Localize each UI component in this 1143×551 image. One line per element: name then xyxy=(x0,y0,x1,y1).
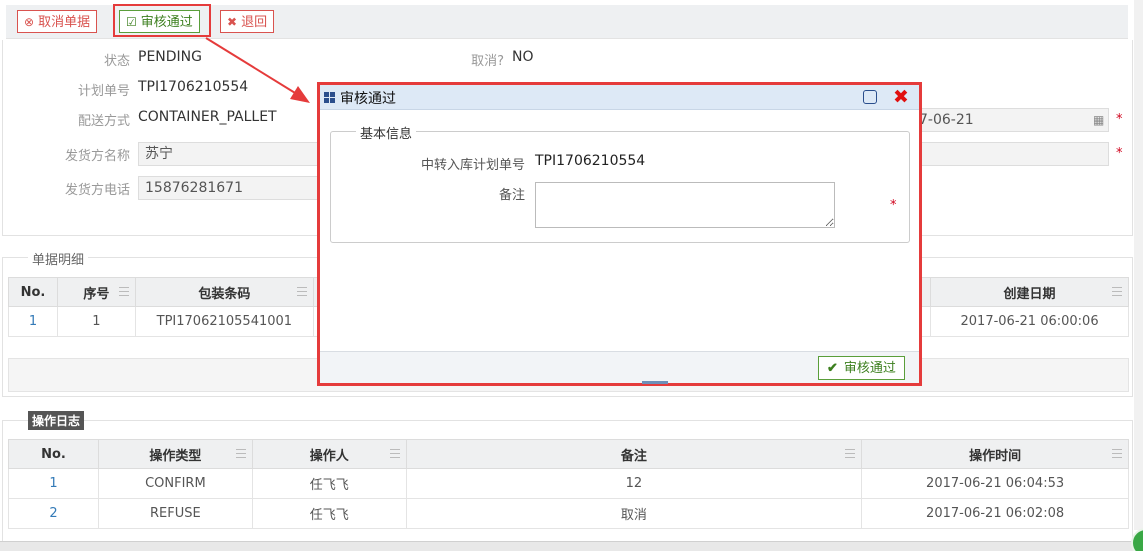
check-icon: ✔ xyxy=(827,360,838,375)
log-cell-no: 1 xyxy=(8,468,99,499)
shipper-phone-value: 15876281671 xyxy=(145,180,243,196)
column-menu-icon[interactable] xyxy=(845,449,856,458)
return-label: 退回 xyxy=(241,14,268,29)
details-legend: 单据明细 xyxy=(28,249,89,268)
date-value: 7-06-21 xyxy=(919,112,974,128)
dialog-plan-label: 中转入库计划单号 xyxy=(420,158,525,173)
window-grid-icon xyxy=(324,92,335,103)
right-required-mark: * xyxy=(1116,146,1123,161)
log-table: No. 操作类型 操作人 备注 操作时间 1 CONFIRM 任飞飞 12 20… xyxy=(8,439,1129,529)
plan-no-value: TPI1706210554 xyxy=(138,79,249,95)
table-row[interactable]: 1 CONFIRM 任飞飞 12 2017-06-21 06:04:53 xyxy=(8,468,1129,499)
log-col-time[interactable]: 操作时间 xyxy=(861,439,1129,469)
maximize-icon[interactable] xyxy=(863,90,877,104)
cancel-document-button[interactable]: ⊗ 取消单据 xyxy=(17,10,98,33)
details-col-no-label: No. xyxy=(20,284,46,300)
status-value: PENDING xyxy=(138,49,202,65)
remark-textarea[interactable] xyxy=(535,182,835,228)
column-menu-icon[interactable] xyxy=(118,287,129,296)
approve-dialog: 审核通过 ✖ 基本信息 中转入库计划单号 TPI1706210554 备注 * … xyxy=(317,82,922,386)
status-label: 状态 xyxy=(103,54,130,69)
calendar-icon[interactable]: ▦ xyxy=(1093,113,1104,127)
log-cell-no: 2 xyxy=(8,498,99,529)
column-menu-icon[interactable] xyxy=(235,449,246,458)
log-col-type-label: 操作类型 xyxy=(149,448,202,464)
details-cell-seq: 1 xyxy=(56,306,136,337)
dialog-plan-value: TPI1706210554 xyxy=(535,153,646,169)
dialog-footer: ✔ 审核通过 xyxy=(320,351,919,383)
cancel-circle-icon: ⊗ xyxy=(24,15,35,29)
remark-required-mark: * xyxy=(890,198,897,213)
resize-handle[interactable] xyxy=(642,381,668,384)
column-menu-icon[interactable] xyxy=(389,449,400,458)
shipper-phone-field[interactable]: 15876281671 xyxy=(138,176,318,200)
details-cell-no: 1 xyxy=(8,306,58,337)
shipper-name-field[interactable]: 苏宁 xyxy=(138,142,318,166)
basic-info-legend: 基本信息 xyxy=(356,123,417,142)
dialog-title: 审核通过 xyxy=(340,91,396,107)
column-menu-icon[interactable] xyxy=(1112,287,1122,296)
shipper-name-label: 发货方名称 xyxy=(64,149,130,164)
details-col-barcode[interactable]: 包装条码 xyxy=(134,277,314,307)
details-col-barcode-label: 包装条码 xyxy=(198,286,251,302)
column-menu-icon[interactable] xyxy=(296,287,307,296)
vertical-scrollbar[interactable] xyxy=(1134,0,1143,530)
details-cell-created: 2017-06-21 06:00:06 xyxy=(930,306,1129,337)
approve-button-highlight xyxy=(113,4,211,37)
log-col-type[interactable]: 操作类型 xyxy=(97,439,253,469)
shipper-phone-label: 发货方电话 xyxy=(64,183,130,198)
return-button[interactable]: ✖ 退回 xyxy=(220,10,275,33)
log-cell-remark: 取消 xyxy=(405,498,863,529)
shipper-name-value: 苏宁 xyxy=(145,146,173,162)
dialog-remark-label: 备注 xyxy=(498,188,525,203)
details-col-seq[interactable]: 序号 xyxy=(56,277,136,307)
dialog-approve-button[interactable]: ✔ 审核通过 xyxy=(818,356,905,380)
cancelled-label: 取消? xyxy=(471,54,504,69)
table-row[interactable]: 2 REFUSE 任飞飞 取消 2017-06-21 06:02:08 xyxy=(8,498,1129,529)
plan-no-label: 计划单号 xyxy=(77,84,130,99)
log-cell-operator: 任飞飞 xyxy=(251,468,407,499)
cancel-document-label: 取消单据 xyxy=(38,14,91,29)
details-col-created[interactable]: 创建日期 xyxy=(930,277,1129,307)
close-icon[interactable]: ✖ xyxy=(893,86,909,108)
status-bar xyxy=(0,541,1143,551)
date-field[interactable]: 7-06-21 xyxy=(912,108,1109,132)
log-cell-type: CONFIRM xyxy=(97,468,253,499)
log-cell-remark: 12 xyxy=(405,468,863,499)
log-cell-time: 2017-06-21 06:04:53 xyxy=(861,468,1129,499)
column-menu-icon[interactable] xyxy=(1112,449,1122,458)
delivery-value: CONTAINER_PALLET xyxy=(138,109,277,125)
details-col-seq-label: 序号 xyxy=(83,286,110,302)
dialog-approve-label: 审核通过 xyxy=(843,360,896,375)
close-x-icon: ✖ xyxy=(227,15,238,29)
right-field[interactable] xyxy=(912,142,1109,166)
log-col-operator-label: 操作人 xyxy=(309,448,349,464)
details-col-no[interactable]: No. xyxy=(8,277,58,307)
dialog-header: 审核通过 ✖ xyxy=(320,85,919,110)
cancelled-value: NO xyxy=(512,49,534,65)
details-cell-barcode: TPI17062105541001 xyxy=(134,306,314,337)
delivery-label: 配送方式 xyxy=(77,114,130,129)
log-cell-time: 2017-06-21 06:02:08 xyxy=(861,498,1129,529)
log-cell-type: REFUSE xyxy=(97,498,253,529)
log-legend: 操作日志 xyxy=(28,411,85,430)
log-col-remark-label: 备注 xyxy=(620,448,647,464)
log-col-no-label: No. xyxy=(41,446,66,462)
log-col-operator[interactable]: 操作人 xyxy=(251,439,407,469)
log-cell-operator: 任飞飞 xyxy=(251,498,407,529)
log-col-no[interactable]: No. xyxy=(8,439,99,469)
date-required-mark: * xyxy=(1116,112,1123,127)
details-col-created-label: 创建日期 xyxy=(1003,286,1056,302)
log-col-remark[interactable]: 备注 xyxy=(405,439,863,469)
log-col-time-label: 操作时间 xyxy=(969,448,1022,464)
